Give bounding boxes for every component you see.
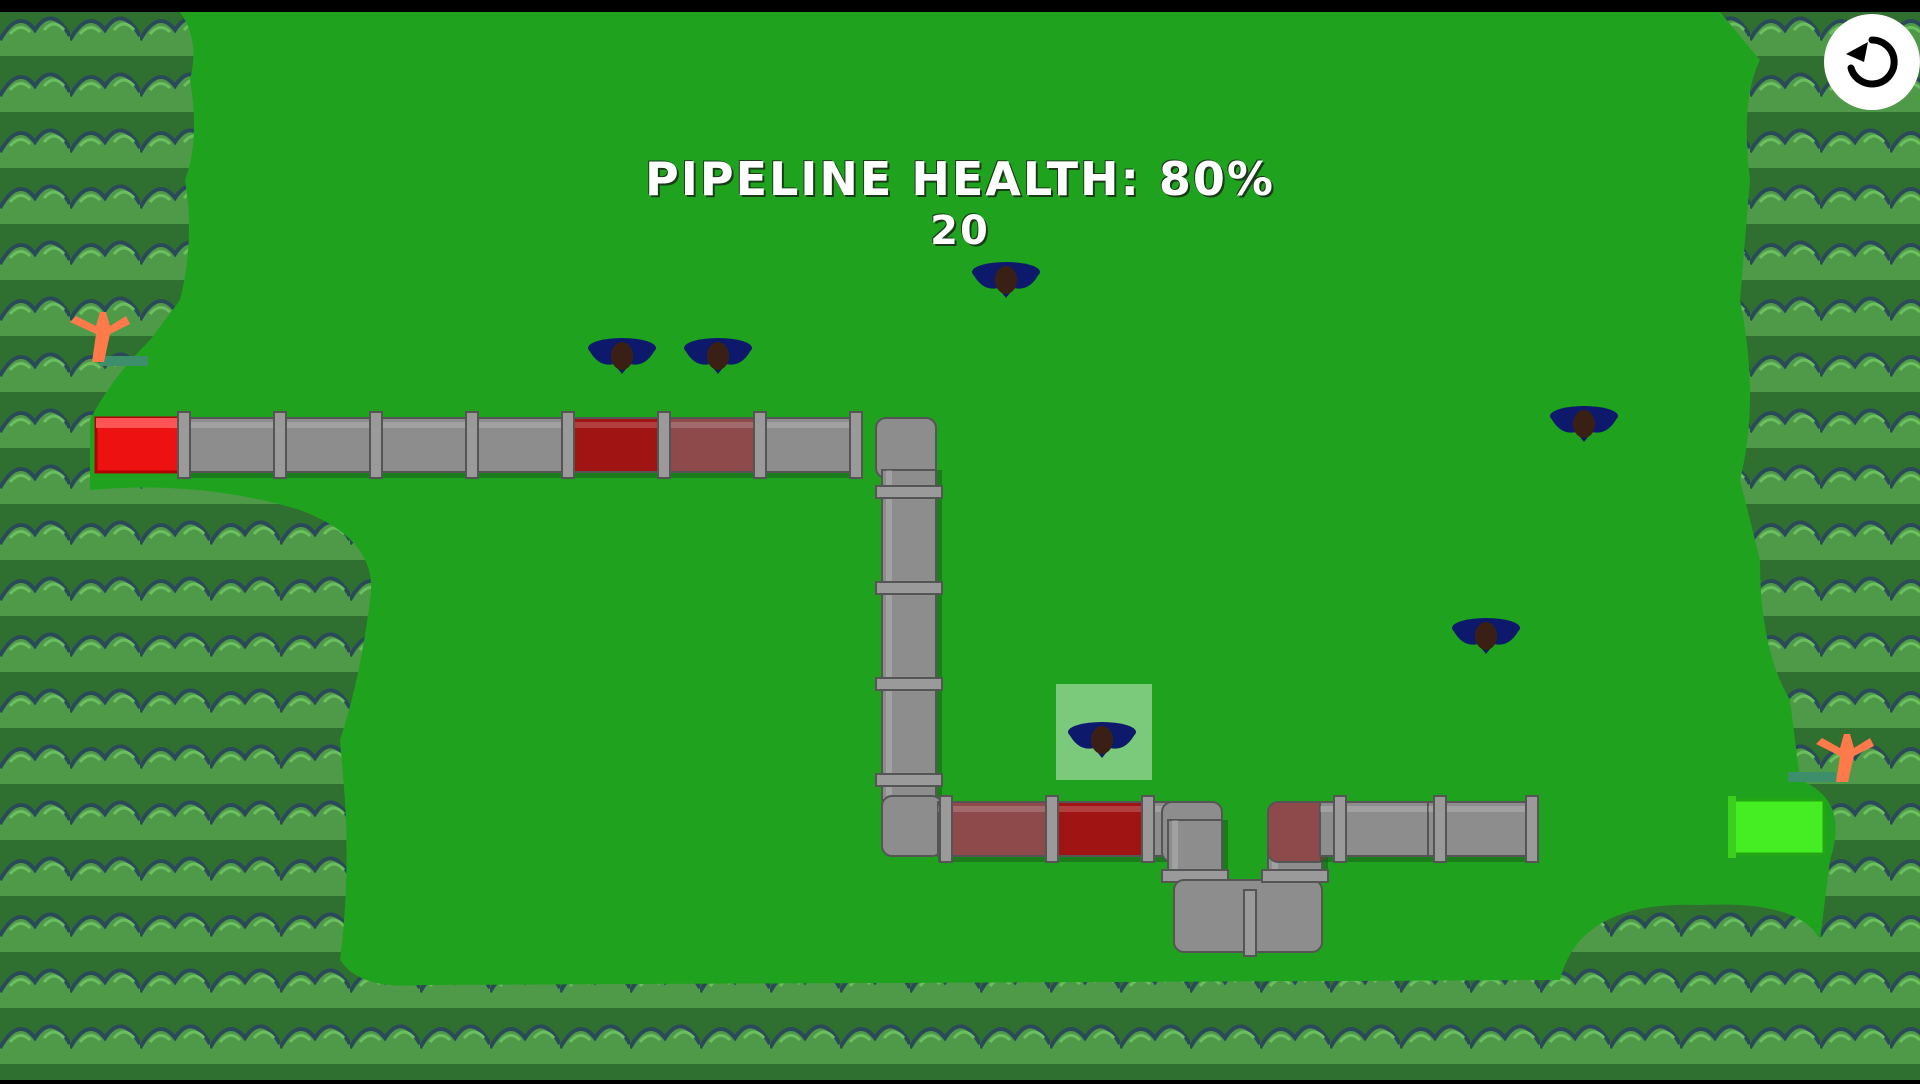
pipe-segment (183, 417, 281, 478)
pipeline-health-label: PIPELINE HEALTH: 80% (645, 152, 1275, 206)
pipe-joint (849, 411, 863, 479)
pipe-segment (567, 417, 665, 478)
pipe-joint (939, 795, 953, 863)
pipe-joint (875, 677, 943, 691)
game-stage: PIPELINE HEALTH: 80% 20 (0, 0, 1920, 1080)
score-label: 20 (930, 208, 990, 254)
pipe-segment (279, 417, 377, 478)
pipe-joint (1141, 795, 1155, 863)
pipe-joint (1433, 795, 1447, 863)
pipe-segment (663, 417, 761, 478)
pipe-u-bend (1173, 879, 1323, 957)
top-border (0, 0, 1920, 12)
pipe-joint (657, 411, 671, 479)
pipe-joint (1525, 795, 1539, 863)
pipe-source (94, 416, 186, 474)
pipe-segment (881, 469, 942, 801)
pipe-elbow (881, 795, 943, 857)
pipe-joint (753, 411, 767, 479)
pipe-segment (471, 417, 569, 478)
pipe-joint (1333, 795, 1347, 863)
pipe-segment (1055, 801, 1153, 862)
restart-icon (1846, 36, 1898, 88)
pipe-segment (375, 417, 473, 478)
pipe-joint (875, 773, 943, 787)
pipe-joint (369, 411, 383, 479)
pipe-joint (875, 485, 943, 499)
pipe-segment (759, 417, 857, 478)
pipe-joint (1045, 795, 1059, 863)
pipe-sink (1728, 796, 1826, 858)
pipe-joint (1261, 869, 1329, 883)
pipe-joint (561, 411, 575, 479)
pipe-joint (177, 411, 191, 479)
pipe-joint (875, 581, 943, 595)
pipe-joint (273, 411, 287, 479)
restart-button[interactable] (1824, 14, 1920, 110)
pipe-joint (465, 411, 479, 479)
pipe-segment (937, 801, 1051, 862)
